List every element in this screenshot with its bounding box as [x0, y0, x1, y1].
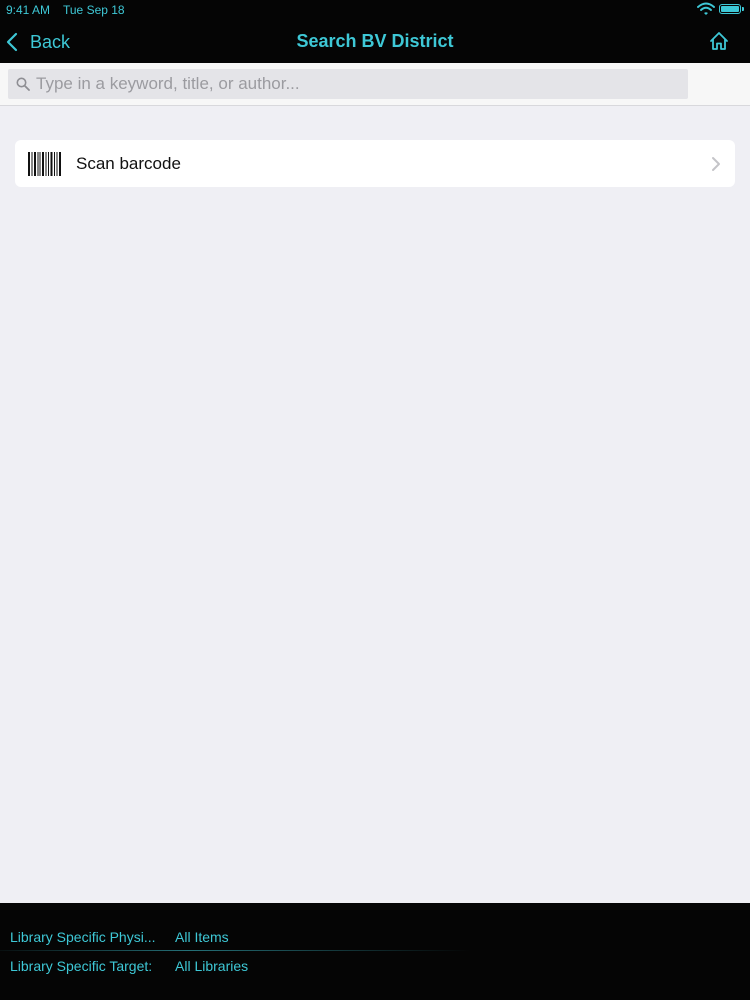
filter-label: Library Specific Physi...	[10, 929, 156, 945]
back-button[interactable]: Back	[6, 28, 70, 56]
divider	[0, 950, 470, 951]
status-time: 9:41 AM	[6, 3, 51, 17]
search-icon	[16, 77, 30, 91]
chevron-left-icon	[6, 32, 18, 52]
status-date: Tue Sep 18	[63, 3, 125, 17]
search-bar	[0, 63, 750, 106]
page-title: Search BV District	[296, 31, 454, 51]
battery-icon	[719, 4, 741, 14]
barcode-icon	[28, 151, 61, 176]
status-bar: 9:41 AM Tue Sep 18	[0, 0, 750, 20]
search-input[interactable]	[36, 74, 688, 94]
filter-value: All Libraries	[175, 958, 249, 974]
back-label: Back	[30, 31, 71, 52]
wifi-icon	[697, 2, 715, 15]
chevron-right-icon	[712, 156, 720, 171]
search-field[interactable]	[8, 69, 688, 99]
home-icon[interactable]	[708, 30, 730, 52]
filter-footer: Library Specific Physi... All Items Libr…	[0, 903, 750, 1000]
scan-barcode-label: Scan barcode	[76, 153, 181, 173]
battery-tip	[742, 7, 744, 11]
filter-target[interactable]: Library Specific Target: All Libraries	[10, 958, 248, 978]
filter-physical-format[interactable]: Library Specific Physi... All Items	[10, 929, 229, 949]
filter-value: All Items	[175, 929, 229, 945]
scan-barcode-row[interactable]: Scan barcode	[15, 140, 735, 187]
filter-label: Library Specific Target:	[10, 958, 153, 974]
navigation-bar: Back Search BV District	[0, 20, 750, 63]
